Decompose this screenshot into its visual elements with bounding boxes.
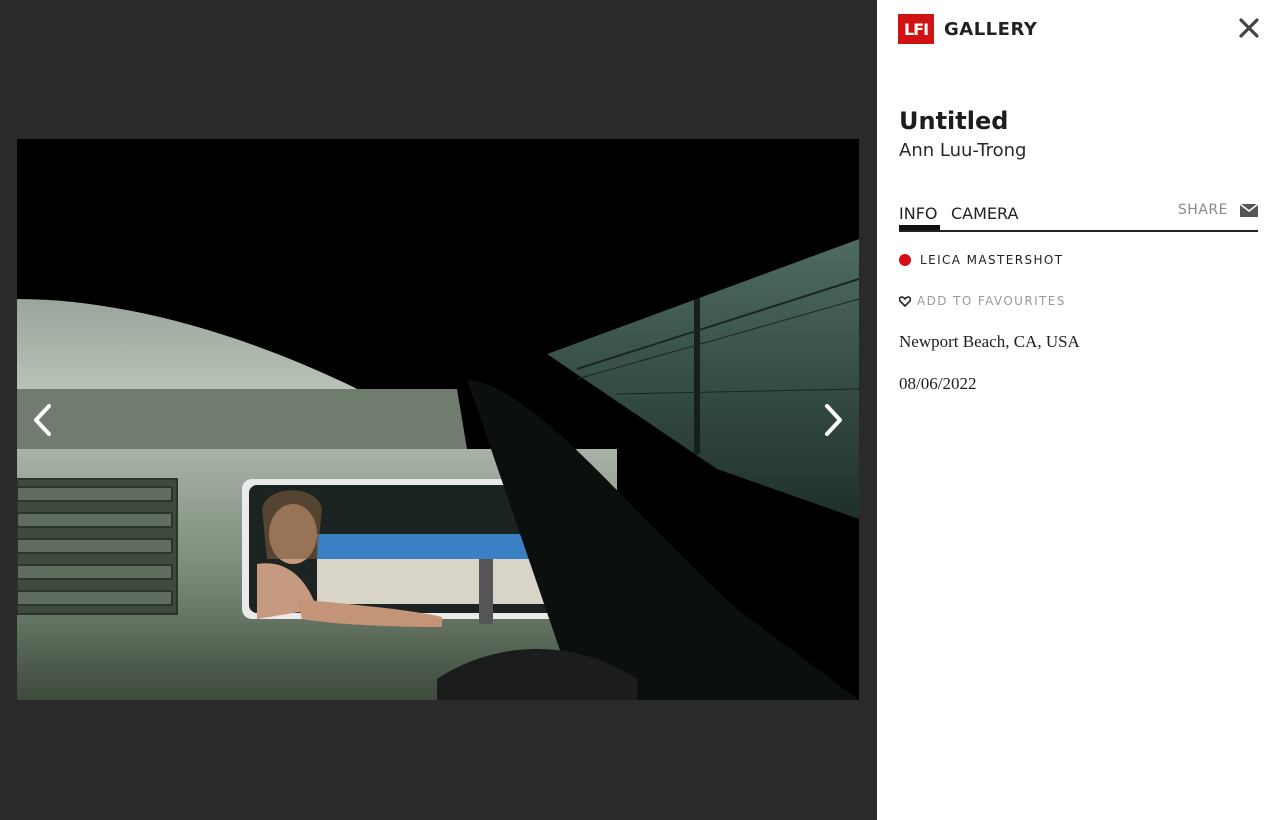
mastershot-label: LEICA MASTERSHOT — [920, 253, 1064, 267]
image-viewer — [0, 0, 877, 820]
brand-name: GALLERY — [944, 18, 1038, 40]
share-label: SHARE — [1177, 202, 1228, 218]
tab-camera[interactable]: CAMERA — [951, 204, 1018, 223]
lfi-logo: LFI — [898, 14, 934, 44]
photo-artist[interactable]: Ann Luu-Trong — [899, 140, 1026, 161]
photo-date: 08/06/2022 — [899, 374, 977, 393]
heart-icon — [899, 295, 911, 307]
tab-info[interactable]: INFO — [899, 204, 937, 223]
favourites-label: ADD TO FAVOURITES — [917, 294, 1066, 308]
photo-title: Untitled — [899, 107, 1009, 135]
share-button[interactable]: SHARE — [1178, 202, 1258, 218]
next-photo-button[interactable] — [808, 395, 858, 445]
gallery-photo — [17, 139, 859, 700]
info-panel: LFI GALLERY Untitled Ann Luu-Trong INFO … — [877, 0, 1280, 820]
brand[interactable]: LFI GALLERY — [898, 14, 1037, 44]
close-button[interactable] — [1237, 16, 1261, 40]
chevron-right-icon — [825, 404, 842, 436]
previous-photo-button[interactable] — [18, 395, 68, 445]
active-tab-indicator — [899, 225, 940, 230]
close-icon — [1239, 18, 1259, 38]
add-to-favourites-button[interactable]: ADD TO FAVOURITES — [899, 294, 1066, 308]
red-dot-icon — [899, 254, 911, 266]
photo-illustration — [17, 139, 859, 700]
envelope-icon — [1240, 203, 1258, 217]
photo-location: Newport Beach, CA, USA — [899, 332, 1080, 351]
chevron-left-icon — [34, 404, 51, 436]
info-tabs: INFO CAMERA SHARE — [899, 200, 1258, 232]
mastershot-badge: LEICA MASTERSHOT — [899, 253, 1063, 267]
